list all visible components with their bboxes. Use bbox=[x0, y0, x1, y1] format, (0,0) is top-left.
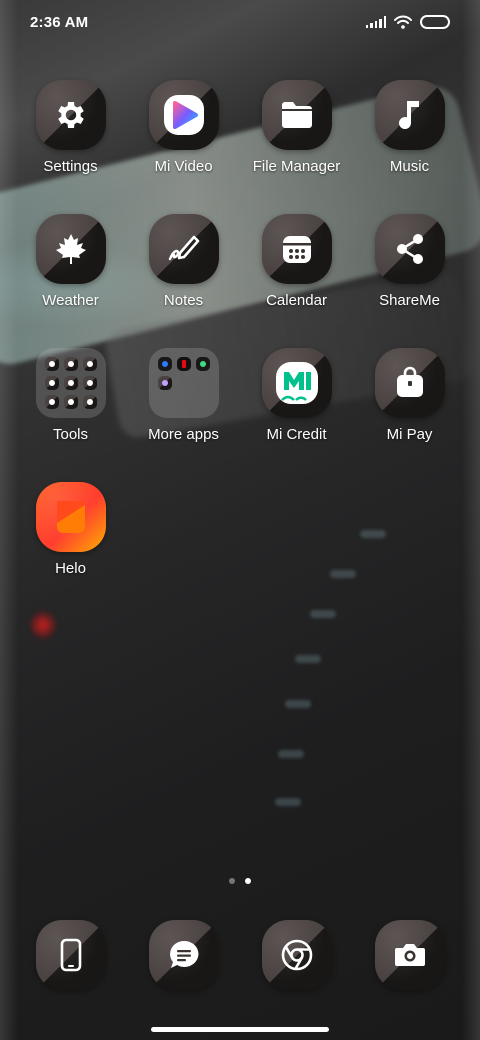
pen-icon[interactable] bbox=[148, 214, 219, 284]
app-mi-credit[interactable]: Mi Credit bbox=[240, 348, 353, 466]
tools-folder-icon[interactable] bbox=[35, 348, 106, 418]
helo-icon[interactable] bbox=[35, 482, 106, 552]
app-helo[interactable]: Helo bbox=[14, 482, 127, 600]
app-label: Helo bbox=[55, 560, 86, 577]
app-grid: Settings Mi Video File Manager Music Wea… bbox=[14, 80, 466, 600]
music-note-icon[interactable] bbox=[374, 80, 445, 150]
wifi-icon bbox=[394, 15, 412, 29]
mi-video-icon[interactable] bbox=[148, 80, 219, 150]
app-label: Calendar bbox=[266, 292, 327, 309]
calendar-icon[interactable] bbox=[261, 214, 332, 284]
mi-credit-icon[interactable] bbox=[261, 348, 332, 418]
app-label: File Manager bbox=[252, 158, 341, 175]
status-time: 2:36 AM bbox=[30, 13, 89, 31]
messages-icon[interactable] bbox=[148, 920, 219, 990]
folder-more-apps[interactable]: More apps bbox=[127, 348, 240, 466]
folder-icon[interactable] bbox=[261, 80, 332, 150]
app-music[interactable]: Music bbox=[353, 80, 466, 198]
app-calendar[interactable]: Calendar bbox=[240, 214, 353, 332]
camera-icon[interactable] bbox=[374, 920, 445, 990]
page-indicator[interactable] bbox=[0, 878, 480, 884]
status-icons bbox=[365, 15, 450, 29]
battery-icon bbox=[420, 15, 450, 29]
app-label: ShareMe bbox=[379, 292, 440, 309]
more-apps-folder-icon[interactable] bbox=[148, 348, 219, 418]
phone-icon[interactable] bbox=[35, 920, 106, 990]
app-weather[interactable]: Weather bbox=[14, 214, 127, 332]
chrome-icon[interactable] bbox=[261, 920, 332, 990]
signal-icon bbox=[365, 16, 386, 28]
page-dot-2-active[interactable] bbox=[245, 878, 251, 884]
app-label: Mi Pay bbox=[386, 426, 433, 443]
app-shareme[interactable]: ShareMe bbox=[353, 214, 466, 332]
app-notes[interactable]: Notes bbox=[127, 214, 240, 332]
app-label: Music bbox=[389, 158, 430, 175]
gear-icon[interactable] bbox=[35, 80, 106, 150]
app-label: More apps bbox=[148, 426, 219, 443]
app-label: Mi Video bbox=[154, 158, 213, 175]
status-bar: 2:36 AM bbox=[0, 0, 480, 44]
home-indicator[interactable] bbox=[151, 1027, 329, 1032]
app-label: Weather bbox=[42, 292, 99, 309]
maple-leaf-icon[interactable] bbox=[35, 214, 106, 284]
app-label: Mi Credit bbox=[266, 426, 327, 443]
app-label: Notes bbox=[163, 292, 204, 309]
app-settings[interactable]: Settings bbox=[14, 80, 127, 198]
folder-tools[interactable]: Tools bbox=[14, 348, 127, 466]
app-label: Settings bbox=[43, 158, 98, 175]
app-mi-pay[interactable]: Mi Pay bbox=[353, 348, 466, 466]
dock bbox=[14, 920, 466, 990]
share-icon[interactable] bbox=[374, 214, 445, 284]
app-file-manager[interactable]: File Manager bbox=[240, 80, 353, 198]
app-mi-video[interactable]: Mi Video bbox=[127, 80, 240, 198]
shopping-bag-icon[interactable] bbox=[374, 348, 445, 418]
page-dot-1[interactable] bbox=[229, 878, 235, 884]
app-label: Tools bbox=[52, 426, 89, 443]
